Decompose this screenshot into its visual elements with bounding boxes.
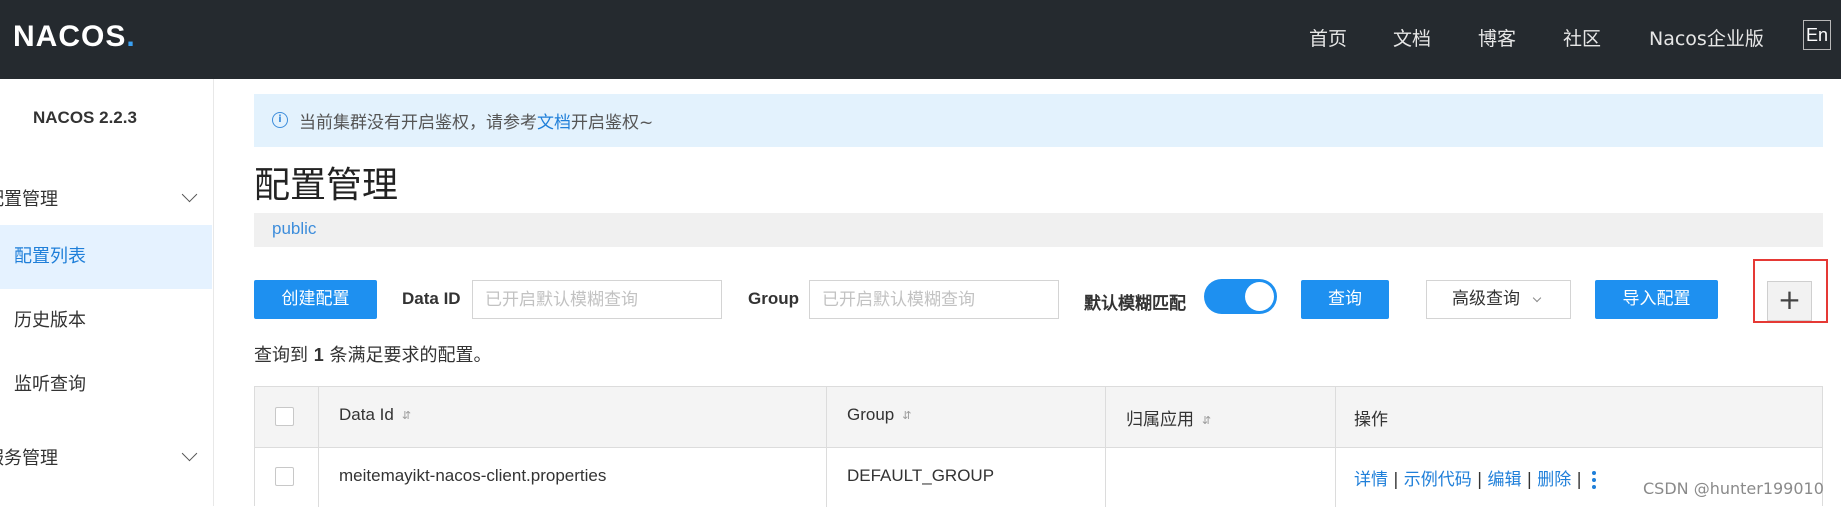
sort-icon[interactable]: ⇵ [902, 409, 911, 422]
chevron-down-icon [181, 445, 198, 462]
auth-notice-banner: i 当前集群没有开启鉴权，请参考文档开启鉴权~ [254, 94, 1823, 147]
column-divider [1105, 387, 1106, 507]
result-suffix: 条满足要求的配置。 [329, 345, 492, 366]
group-label: Group [748, 289, 799, 308]
toggle-knob [1245, 282, 1274, 311]
notice-message: 当前集群没有开启鉴权，请参考文档开启鉴权~ [299, 108, 653, 133]
header-label: 归属应用 [1126, 410, 1194, 430]
sidebar-group-label: 服务管理 [0, 448, 58, 469]
separator: | [1526, 470, 1533, 490]
detail-link[interactable]: 详情 [1354, 470, 1388, 490]
more-options-icon[interactable] [1591, 471, 1596, 489]
sidebar-group-label: 配置管理 [0, 189, 58, 210]
separator: | [1393, 470, 1399, 490]
nav-community[interactable]: 社区 [1563, 24, 1601, 51]
plus-button[interactable]: + [1767, 281, 1812, 321]
row-actions: 详情 | 示例代码 | 编辑 | 删除 | [1354, 465, 1596, 490]
header-group[interactable]: Group ⇵ [847, 405, 911, 425]
sidebar-group-config[interactable]: 配置管理 [0, 185, 206, 215]
sidebar-item-label: 历史版本 [14, 310, 86, 331]
language-switch-button[interactable]: En [1803, 20, 1831, 50]
edit-link[interactable]: 编辑 [1487, 470, 1521, 490]
sort-icon[interactable]: ⇵ [1202, 414, 1211, 427]
info-icon: i [272, 112, 288, 128]
column-divider [1335, 387, 1336, 507]
page-title: 配置管理 [254, 165, 399, 206]
nav-docs[interactable]: 文档 [1393, 24, 1431, 51]
cell-dataid: meitemayikt-nacos-client.properties [339, 466, 607, 485]
notice-prefix: 当前集群没有开启鉴权，请参考 [299, 113, 537, 133]
import-config-button[interactable]: 导入配置 [1595, 280, 1718, 319]
sidebar-item-listener-query[interactable]: 监听查询 [0, 353, 212, 417]
column-divider [826, 387, 827, 507]
dataid-input[interactable] [472, 280, 722, 319]
header-label: Data Id [339, 405, 394, 424]
sidebar-item-config-list[interactable]: 配置列表 [0, 225, 212, 289]
nav-enterprise[interactable]: Nacos企业版 [1649, 24, 1764, 51]
advanced-query-button[interactable]: 高级查询 [1426, 280, 1571, 319]
result-prefix: 查询到 [254, 345, 308, 366]
separator: | [1576, 470, 1582, 490]
fuzzy-match-label: 默认模糊匹配 [1084, 294, 1186, 314]
chevron-down-icon [1532, 293, 1542, 303]
separator: | [1476, 470, 1483, 490]
sidebar-item-label: 监听查询 [14, 374, 86, 395]
sidebar-item-label: 配置列表 [14, 246, 86, 267]
version-label: NACOS 2.2.3 [33, 108, 137, 127]
column-divider [318, 387, 319, 507]
sort-icon[interactable]: ⇵ [402, 409, 411, 422]
top-navbar: NACOS. 首页 文档 博客 社区 Nacos企业版 En [0, 0, 1841, 79]
watermark: CSDN @hunter199010 [1643, 479, 1824, 498]
nacos-logo[interactable]: NACOS. [13, 20, 136, 54]
fuzzy-match-toggle[interactable] [1204, 279, 1277, 314]
cell-group: DEFAULT_GROUP [847, 466, 995, 485]
result-count: 1 [313, 345, 324, 365]
sample-code-link[interactable]: 示例代码 [1404, 470, 1472, 490]
logo-dot: . [126, 20, 136, 53]
chevron-down-icon [181, 186, 198, 203]
nav-home[interactable]: 首页 [1309, 24, 1347, 51]
group-input[interactable] [809, 280, 1059, 319]
query-button[interactable]: 查询 [1301, 280, 1389, 319]
table-header [255, 387, 1822, 448]
result-summary: 查询到 1 条满足要求的配置。 [254, 341, 491, 367]
header-app[interactable]: 归属应用 ⇵ [1126, 405, 1211, 430]
header-actions: 操作 [1354, 410, 1388, 430]
create-config-button[interactable]: 创建配置 [254, 280, 377, 319]
delete-link[interactable]: 删除 [1537, 470, 1571, 490]
header-label: Group [847, 405, 895, 424]
sidebar-group-service[interactable]: 服务管理 [0, 444, 206, 474]
header-dataid[interactable]: Data Id ⇵ [339, 405, 411, 425]
logo-text: NACOS [13, 20, 127, 53]
advanced-query-label: 高级查询 [1452, 289, 1520, 309]
notice-docs-link[interactable]: 文档 [537, 113, 571, 133]
sidebar: NACOS 2.2.3 配置管理 配置列表 历史版本 监听查询 服务管理 [0, 79, 214, 506]
select-all-checkbox[interactable] [275, 407, 294, 426]
dataid-label: Data ID [402, 289, 461, 308]
namespace-bar: public [254, 213, 1823, 247]
notice-suffix: 开启鉴权~ [571, 113, 654, 133]
config-table: Data Id ⇵ Group ⇵ 归属应用 ⇵ 操作 meitemayikt-nac… [254, 386, 1823, 507]
row-checkbox[interactable] [275, 467, 294, 486]
nav-blog[interactable]: 博客 [1478, 24, 1516, 51]
namespace-public[interactable]: public [272, 219, 316, 239]
sidebar-item-history[interactable]: 历史版本 [0, 289, 212, 353]
